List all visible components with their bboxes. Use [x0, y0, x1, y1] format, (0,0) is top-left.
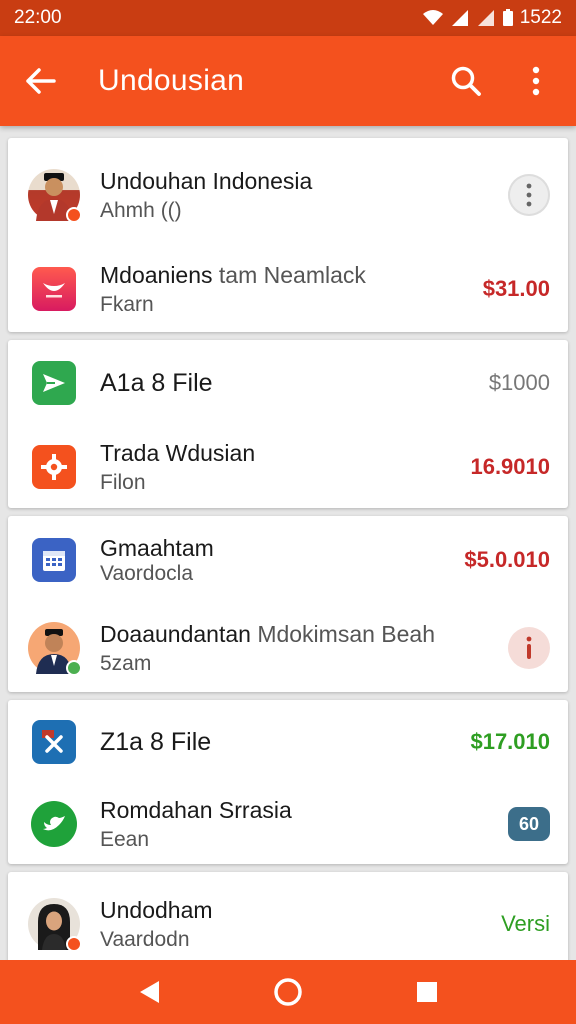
page-title: Undousian	[98, 64, 245, 97]
search-button[interactable]	[444, 59, 488, 103]
more-vert-icon	[532, 66, 540, 96]
system-nav-bar	[0, 960, 576, 1024]
list-item[interactable]: Gmaahtam Vaordocla $5.0.010	[8, 516, 568, 604]
list-item-title-main: Mdoaniens	[100, 261, 213, 288]
status-battery-label: 1522	[519, 7, 562, 28]
nav-home-button[interactable]	[266, 970, 310, 1014]
list-item-text: Gmaahtam Vaordocla	[100, 535, 464, 586]
info-button[interactable]	[508, 627, 550, 669]
avatar	[28, 898, 82, 952]
list-item-title-secondary: tam Neamlack	[218, 261, 366, 288]
amount-value: $5.0.010	[464, 547, 550, 572]
list-item[interactable]: Z1a 8 File $17.010	[8, 700, 568, 784]
more-vert-icon	[526, 183, 532, 207]
signal-icon-2	[477, 10, 494, 26]
list-item[interactable]: Doaaundantan Mdokimsan Beah 5zam	[8, 604, 568, 692]
list-item[interactable]: Undodham Vaardodn Versi	[8, 872, 568, 968]
amount-value: 16.9010	[470, 454, 550, 479]
list-item[interactable]: Mdoaniens tam Neamlack Fkarn $31.00	[8, 246, 568, 332]
amount-value: $1000	[488, 370, 550, 395]
list-item-text: A1a 8 File	[100, 369, 489, 398]
list-item[interactable]: Romdahan Srrasia Eean 60	[8, 784, 568, 864]
list-item-subtitle: Vaardodn	[100, 927, 190, 951]
status-badge	[66, 660, 82, 676]
nav-recents-button[interactable]	[405, 970, 449, 1014]
status-bar: 22:00 1522	[0, 0, 576, 36]
card-5: Undodham Vaardodn Versi	[8, 872, 568, 972]
avatar	[28, 622, 82, 676]
wifi-icon	[422, 10, 443, 25]
list-item-subtitle: Fkarn	[100, 292, 154, 316]
list-item-subtitle: Ahmh (()	[100, 198, 182, 222]
list-item-text: Doaaundantan Mdokimsan Beah 5zam	[100, 621, 508, 676]
status-icons: 1522	[422, 7, 562, 29]
more-options-button[interactable]	[508, 174, 550, 216]
list-item-title: A1a 8 File	[100, 368, 213, 397]
list-item-title: Romdahan Srrasia	[100, 796, 292, 823]
transaction-list: Undouhan Indonesia Ahmh (() Mdoaniens ta…	[8, 138, 568, 980]
signal-icon	[451, 10, 468, 26]
nav-back-button[interactable]	[127, 970, 171, 1014]
status-badge	[66, 936, 82, 952]
triangle-back-icon	[140, 981, 160, 1003]
status-badge	[66, 207, 82, 223]
battery-icon	[502, 9, 513, 26]
send-icon	[43, 374, 65, 392]
list-item-subtitle: Vaordocla	[100, 561, 194, 585]
version-label: Versi	[501, 911, 550, 936]
list-item-title: Gmaahtam	[100, 534, 214, 561]
tag-button[interactable]: 60	[508, 807, 550, 841]
back-button[interactable]	[18, 59, 62, 103]
app-icon	[32, 445, 76, 489]
square-recents-icon	[416, 982, 437, 1002]
overflow-menu-button[interactable]	[514, 59, 558, 103]
list-item[interactable]: Undouhan Indonesia Ahmh (()	[8, 138, 568, 246]
list-item-subtitle: Eean	[100, 827, 150, 851]
list-item-text: Trada Wdusian Filon	[100, 440, 470, 495]
list-item-title-secondary: Mdokimsan Beah	[257, 620, 436, 647]
search-icon	[451, 66, 481, 96]
bird-icon	[43, 816, 65, 831]
info-icon	[526, 636, 532, 659]
app-icon	[32, 538, 76, 582]
app-icon	[32, 267, 76, 311]
amount-value: $17.010	[470, 729, 550, 754]
close-box-icon	[42, 730, 63, 753]
list-item-title: Trada Wdusian	[100, 439, 256, 466]
list-item-title: Doaaundantan Mdokimsan Beah	[100, 621, 508, 648]
gear-icon	[41, 454, 67, 480]
card-2: A1a 8 File $1000 Trada Wdusian Filon 16.…	[8, 340, 568, 508]
list-item-title: Undodham	[100, 896, 213, 923]
app-icon	[32, 361, 76, 405]
card-1: Undouhan Indonesia Ahmh (() Mdoaniens ta…	[8, 138, 568, 332]
status-time: 22:00	[14, 7, 62, 28]
app-bar: Undousian	[0, 36, 576, 126]
list-item-text: Undouhan Indonesia Ahmh (()	[100, 168, 508, 223]
bowl-icon	[43, 283, 65, 298]
app-icon	[32, 720, 76, 764]
list-item-text: Z1a 8 File	[100, 728, 470, 757]
list-item-title: Mdoaniens tam Neamlack	[100, 262, 483, 289]
list-item[interactable]: A1a 8 File $1000	[8, 340, 568, 426]
list-item-title-main: Doaaundantan	[100, 620, 251, 647]
list-item-text: Undodham Vaardodn	[100, 897, 501, 952]
list-item-text: Mdoaniens tam Neamlack Fkarn	[100, 262, 483, 317]
tag-label: 60	[518, 813, 540, 834]
list-item-title: Z1a 8 File	[100, 727, 212, 756]
calendar-icon	[43, 551, 65, 571]
list-item[interactable]: Trada Wdusian Filon 16.9010	[8, 426, 568, 508]
card-3: Gmaahtam Vaordocla $5.0.010 Doaaundantan…	[8, 516, 568, 692]
list-item-subtitle: 5zam	[100, 651, 152, 675]
circle-home-icon	[274, 978, 302, 1006]
arrow-back-icon	[26, 68, 56, 94]
card-4: Z1a 8 File $17.010 Romdahan Srrasia Eean…	[8, 700, 568, 864]
amount-value: $31.00	[482, 276, 550, 301]
avatar	[31, 801, 77, 847]
avatar	[28, 169, 82, 223]
list-item-subtitle: Filon	[100, 470, 146, 494]
list-item-title: Undouhan Indonesia	[100, 167, 313, 194]
list-item-text: Romdahan Srrasia Eean	[100, 797, 508, 852]
